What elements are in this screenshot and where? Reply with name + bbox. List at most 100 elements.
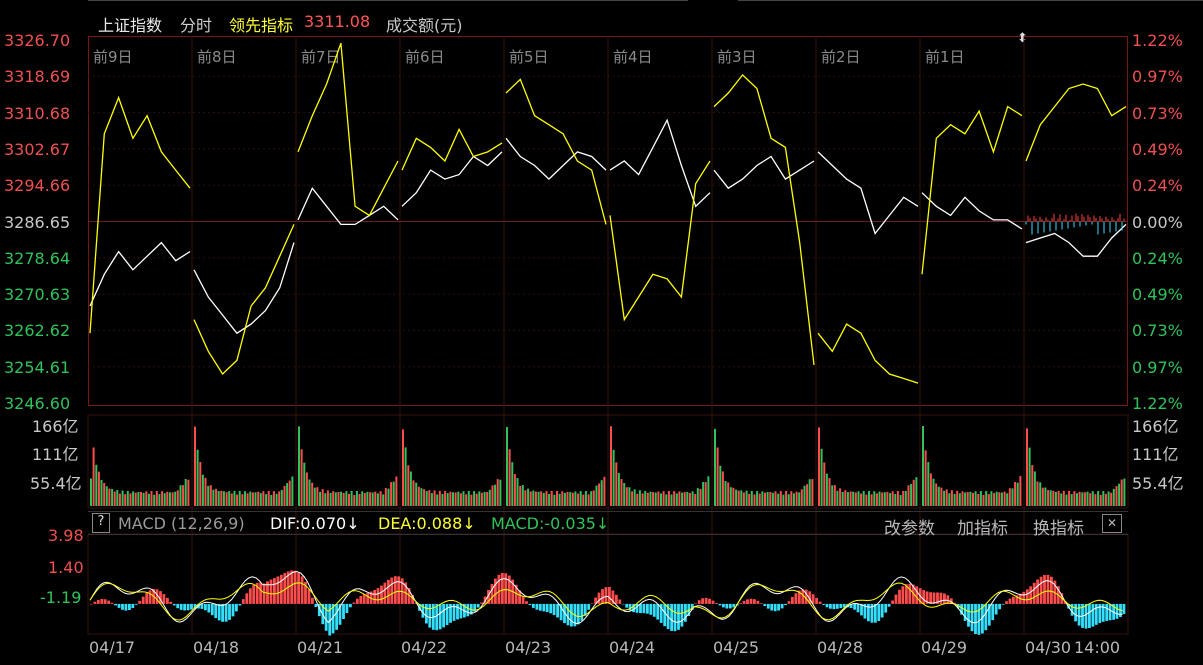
volume-bar (748, 493, 751, 506)
macd-bar (235, 603, 238, 612)
volume-bar (617, 472, 620, 506)
volume-bar (646, 492, 649, 506)
macd-bar (145, 593, 149, 604)
volume-bar (108, 488, 111, 506)
macd-bar (670, 603, 673, 631)
volume-bar (628, 487, 631, 506)
volume-bar (395, 476, 398, 506)
volume-bar (982, 494, 985, 506)
macd-bar (456, 603, 459, 620)
macd-bar (435, 603, 439, 631)
macd-name[interactable]: MACD (12,26,9) (118, 514, 245, 533)
volume-bar (92, 447, 95, 506)
macd-bar (179, 603, 183, 610)
volume-bar (904, 490, 907, 506)
volume-bar (324, 493, 327, 506)
macd-bar (649, 603, 653, 615)
macd-bar (324, 603, 328, 631)
volume-bar (459, 493, 462, 506)
volume-bar (233, 490, 236, 506)
macd-bar (1039, 576, 1043, 604)
volume-bar (1008, 488, 1011, 506)
macd-bar (1001, 603, 1005, 605)
volume-bar (610, 426, 612, 506)
macd-bar (362, 594, 366, 604)
volume-bar (1041, 487, 1044, 506)
price-series-line (1025, 83, 1127, 162)
macd-bar (190, 603, 193, 610)
volume-bar (430, 493, 433, 506)
volume-bar (179, 485, 182, 506)
volume-tick: 55.4亿 (30, 474, 82, 493)
volume-bar (678, 491, 681, 506)
macd-bar (614, 594, 618, 604)
macd-bar (1084, 603, 1088, 629)
date-tick: 04/18 (193, 638, 240, 657)
macd-bar (639, 603, 642, 614)
volume-bar (735, 489, 738, 506)
macd-bar (777, 603, 780, 611)
macd-bar (525, 601, 528, 604)
price-series-line (89, 95, 191, 334)
volume-bar (769, 492, 772, 506)
volume-bar (361, 491, 364, 506)
volume-tick: 111亿 (32, 445, 79, 464)
macd-bar (566, 603, 570, 626)
volume-bar (230, 493, 233, 506)
volume-bar (121, 490, 124, 506)
macd-bar (228, 603, 231, 620)
chart-canvas[interactable] (0, 0, 1203, 665)
volume-bar (779, 491, 782, 506)
add-indicator-button[interactable]: 加指标 (957, 514, 1008, 539)
volume-bar (785, 491, 788, 506)
macd-bar (114, 603, 117, 606)
volume-bar (1112, 488, 1115, 506)
macd-bar (128, 603, 131, 610)
macd-bar (746, 599, 749, 604)
switch-indicator-button[interactable]: 换指标 (1033, 514, 1084, 539)
volume-bar (95, 464, 98, 506)
volume-bar (415, 482, 418, 506)
volume-bar (340, 491, 343, 506)
volume-bar (1065, 494, 1068, 506)
volume-bar (238, 490, 241, 506)
volume-bar (798, 492, 801, 506)
volume-bar (761, 491, 764, 506)
macd-bar (494, 578, 497, 604)
volume-bar (932, 478, 935, 506)
volume-bar (753, 494, 756, 506)
volume-bar (1057, 490, 1060, 506)
volume-bar (387, 488, 390, 506)
volume-bar (262, 491, 265, 506)
close-icon[interactable]: ✕ (1102, 514, 1122, 533)
volume-bar (787, 494, 790, 506)
volume-bar (409, 471, 412, 506)
volume-bar (129, 493, 132, 506)
macd-bar (929, 592, 932, 604)
volume-bar (358, 494, 361, 506)
volume-bar (857, 491, 860, 506)
volume-bar (833, 485, 836, 506)
volume-bar (924, 450, 927, 506)
macd-bar (355, 598, 359, 604)
volume-bar (467, 491, 470, 506)
volume-bar (521, 485, 524, 506)
macd-bar (773, 603, 777, 612)
volume-bar (694, 493, 697, 506)
macd-bar (822, 603, 825, 605)
edit-params-button[interactable]: 改参数 (884, 514, 935, 539)
volume-bar (742, 492, 745, 506)
date-tick: 04/29 (921, 638, 968, 657)
macd-bar (835, 603, 839, 609)
volume-bar (428, 490, 431, 506)
macd-bar (148, 590, 152, 604)
volume-bar (305, 472, 308, 506)
volume-bar (907, 485, 910, 506)
volume-bar (166, 491, 169, 506)
help-button[interactable]: ? (92, 513, 110, 533)
volume-bar (553, 494, 556, 506)
volume-bar (204, 477, 207, 506)
volume-bar (350, 491, 353, 506)
volume-bar (329, 492, 332, 506)
macd-bar (708, 598, 711, 604)
